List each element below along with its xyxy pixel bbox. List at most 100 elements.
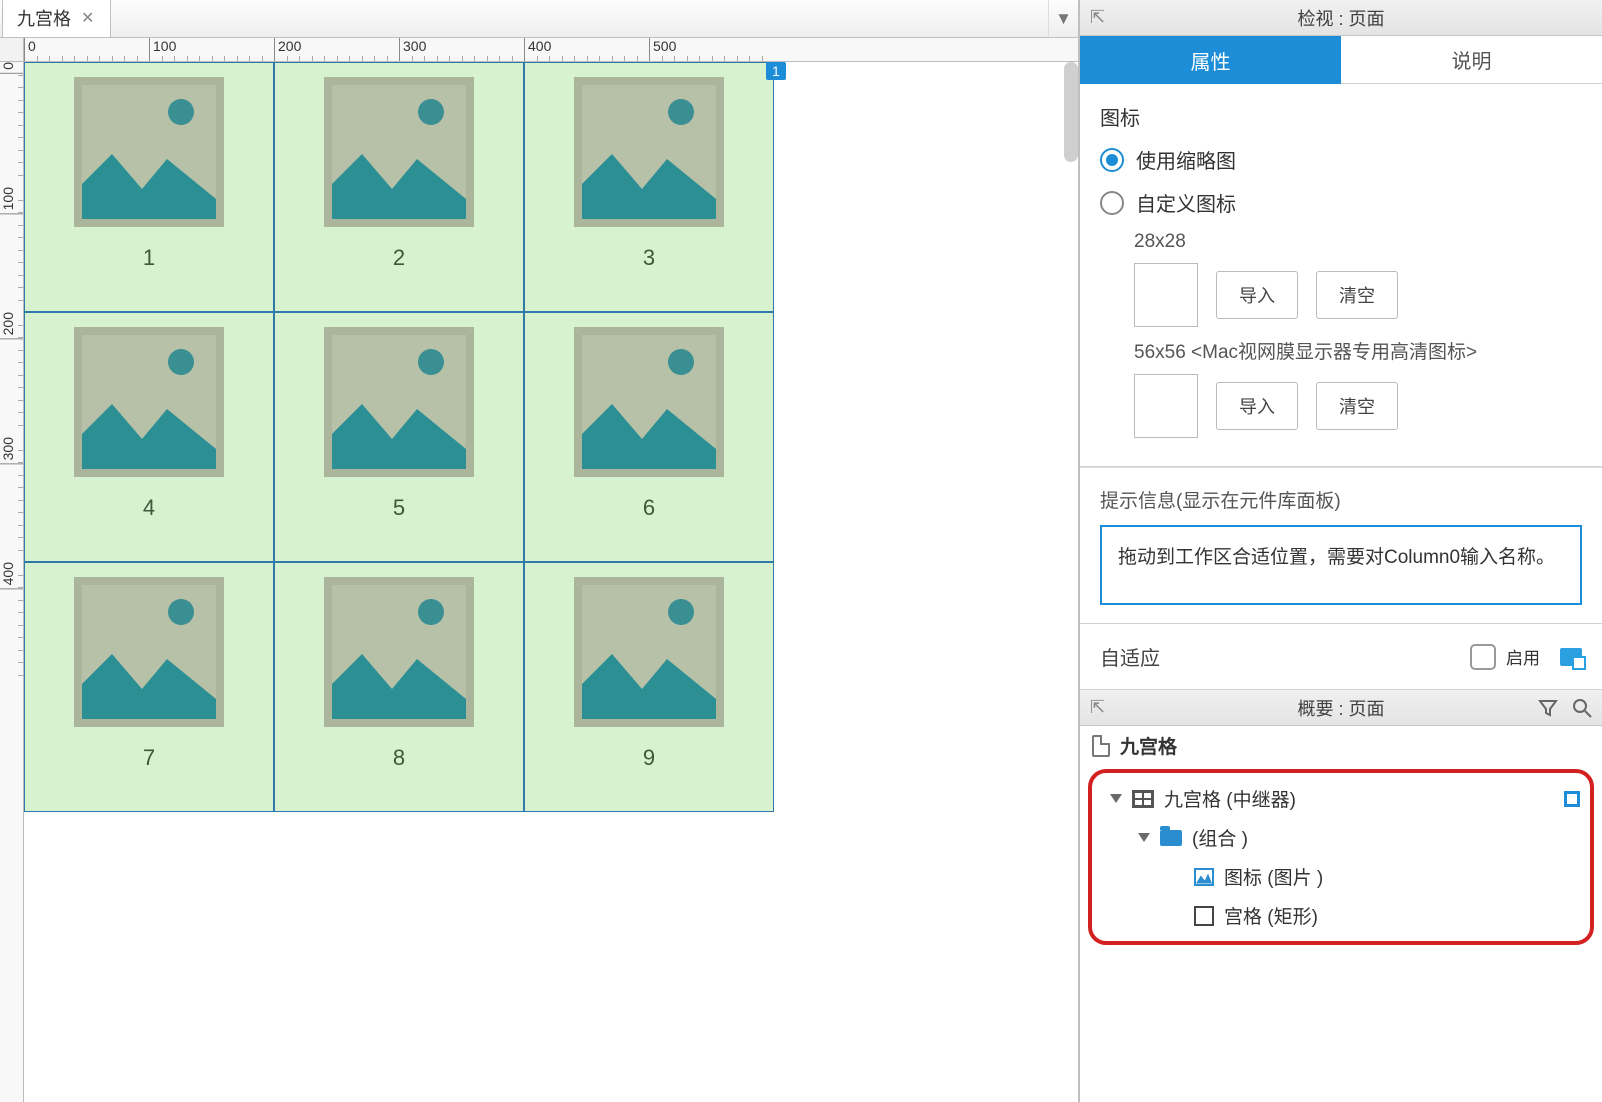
vertical-ruler[interactable]: 0100200300400 (0, 62, 24, 1102)
outline-panel-header: ⇱ 概要 : 页面 (1080, 690, 1602, 726)
folder-icon (1160, 830, 1182, 846)
grid-cell[interactable]: 5 (274, 312, 524, 562)
document-tab[interactable]: 九宫格 ✕ (2, 0, 111, 37)
ruler-tick: 400 (0, 562, 23, 589)
filter-icon[interactable] (1538, 698, 1558, 718)
import-small-button[interactable]: 导入 (1216, 271, 1298, 319)
enable-checkbox[interactable] (1470, 644, 1496, 670)
cell-label: 2 (393, 245, 405, 271)
collapse-icon[interactable]: ⇱ (1090, 7, 1105, 28)
outline-image-row[interactable]: 图标 (图片 ) (1098, 857, 1580, 896)
inspector-tabs: 属性 说明 (1080, 36, 1602, 84)
cell-label: 8 (393, 745, 405, 771)
outline-rect-row[interactable]: 宫格 (矩形) (1098, 896, 1580, 935)
radio-use-thumbnail-label: 使用缩略图 (1136, 145, 1236, 174)
page-icon (1092, 735, 1110, 757)
image-placeholder-icon (74, 577, 224, 727)
close-icon[interactable]: ✕ (81, 8, 94, 28)
radio-icon (1100, 148, 1124, 172)
image-placeholder-icon (574, 77, 724, 227)
clear-small-button[interactable]: 清空 (1316, 271, 1398, 319)
tab-dropdown[interactable]: ▼ (1048, 0, 1078, 37)
rectangle-icon (1194, 906, 1214, 926)
outline-rect-label: 宫格 (矩形) (1224, 902, 1318, 929)
ruler-tick: 0 (0, 62, 23, 74)
radio-custom-icon[interactable]: 自定义图标 (1100, 188, 1582, 217)
widget-index-badge: 1 (766, 62, 786, 80)
icon-section-label: 图标 (1100, 102, 1582, 131)
outline-panel-title: 概要 : 页面 (1080, 695, 1602, 721)
ruler-tick: 400 (524, 38, 551, 61)
search-icon[interactable] (1572, 698, 1592, 718)
image-icon (1194, 868, 1214, 886)
cell-label: 5 (393, 495, 405, 521)
outline-repeater-label: 九宫格 (中继器) (1164, 785, 1296, 812)
outline-repeater-row[interactable]: 九宫格 (中继器) (1098, 779, 1580, 818)
outline-group-label: (组合 ) (1192, 824, 1248, 851)
repeater-icon (1132, 790, 1154, 808)
disclosure-icon[interactable] (1110, 794, 1122, 803)
grid-cell[interactable]: 6 (524, 312, 774, 562)
workspace: 0100200300400500 0100200300400 1 1234567… (0, 38, 1078, 1102)
canvas[interactable]: 1 1 2 3 4 5 6 7 8 9 (24, 62, 1078, 1102)
document-tab-bar: 九宫格 ✕ ▼ (0, 0, 1078, 38)
ruler-tick: 500 (649, 38, 676, 61)
ruler-tick: 0 (24, 38, 36, 61)
grid-cell[interactable]: 3 (524, 62, 774, 312)
disclosure-icon[interactable] (1138, 833, 1150, 842)
image-placeholder-icon (574, 327, 724, 477)
tab-properties[interactable]: 属性 (1080, 36, 1341, 84)
radio-use-thumbnail[interactable]: 使用缩略图 (1100, 145, 1582, 174)
tab-notes[interactable]: 说明 (1341, 36, 1602, 84)
image-placeholder-icon (74, 77, 224, 227)
image-placeholder-icon (74, 327, 224, 477)
cell-label: 4 (143, 495, 155, 521)
outline-highlight: 九宫格 (中继器) (组合 ) 图标 (图片 ) 宫格 (矩形) (1088, 769, 1594, 945)
preset-icon[interactable] (1560, 648, 1582, 666)
inspector-body: 图标 使用缩略图 自定义图标 28x28 导入 清空 56x56 <Mac视网膜… (1080, 84, 1602, 467)
grid-cell[interactable]: 1 (24, 62, 274, 312)
ruler-corner (0, 38, 24, 62)
clear-large-button[interactable]: 清空 (1316, 382, 1398, 430)
grid-cell[interactable]: 9 (524, 562, 774, 812)
cell-label: 1 (143, 245, 155, 271)
enable-label: 启用 (1506, 644, 1540, 669)
cell-label: 9 (643, 745, 655, 771)
image-placeholder-icon (324, 327, 474, 477)
icon-spec-large: 56x56 <Mac视网膜显示器专用高清图标> 导入 清空 (1134, 337, 1582, 438)
image-placeholder-icon (324, 577, 474, 727)
radio-custom-icon-label: 自定义图标 (1136, 188, 1236, 217)
outline-group-row[interactable]: (组合 ) (1098, 818, 1580, 857)
nine-grid-repeater[interactable]: 1 2 3 4 5 6 7 8 9 (24, 62, 774, 812)
outline-image-label: 图标 (图片 ) (1224, 863, 1323, 890)
icon-spec-large-label: 56x56 <Mac视网膜显示器专用高清图标> (1134, 337, 1582, 364)
cell-label: 3 (643, 245, 655, 271)
ruler-tick: 200 (274, 38, 301, 61)
hint-section-label: 提示信息(显示在元件库面板) (1100, 486, 1582, 513)
ruler-tick: 200 (0, 312, 23, 339)
radio-icon (1100, 191, 1124, 215)
grid-cell[interactable]: 4 (24, 312, 274, 562)
cell-label: 6 (643, 495, 655, 521)
grid-cell[interactable]: 8 (274, 562, 524, 812)
outline-page-label: 九宫格 (1120, 732, 1177, 759)
thumbnail-preview-small (1134, 263, 1198, 327)
outline-tree[interactable]: 九宫格 九宫格 (中继器) (组合 ) 图标 (图片 ) 宫格 (矩形) (1080, 726, 1602, 1102)
selection-indicator-icon (1564, 791, 1580, 807)
grid-cell[interactable]: 2 (274, 62, 524, 312)
grid-cell[interactable]: 7 (24, 562, 274, 812)
icon-spec-small: 28x28 导入 清空 (1134, 231, 1582, 327)
image-placeholder-icon (574, 577, 724, 727)
adaptive-label: 自适应 (1100, 642, 1160, 671)
collapse-icon[interactable]: ⇱ (1090, 697, 1105, 718)
icon-spec-small-label: 28x28 (1134, 231, 1582, 253)
ruler-tick: 300 (399, 38, 426, 61)
import-large-button[interactable]: 导入 (1216, 382, 1298, 430)
hint-textarea[interactable]: 拖动到工作区合适位置，需要对Column0输入名称。 (1100, 525, 1582, 605)
right-panels: ⇱ 检视 : 页面 属性 说明 图标 使用缩略图 自定义图标 28x28 导入 … (1078, 0, 1602, 1102)
outline-page-row[interactable]: 九宫格 (1080, 726, 1602, 765)
horizontal-ruler[interactable]: 0100200300400500 (24, 38, 1078, 62)
thumbnail-preview-large (1134, 374, 1198, 438)
ruler-tick: 100 (0, 187, 23, 214)
vertical-scrollbar[interactable] (1064, 62, 1078, 162)
